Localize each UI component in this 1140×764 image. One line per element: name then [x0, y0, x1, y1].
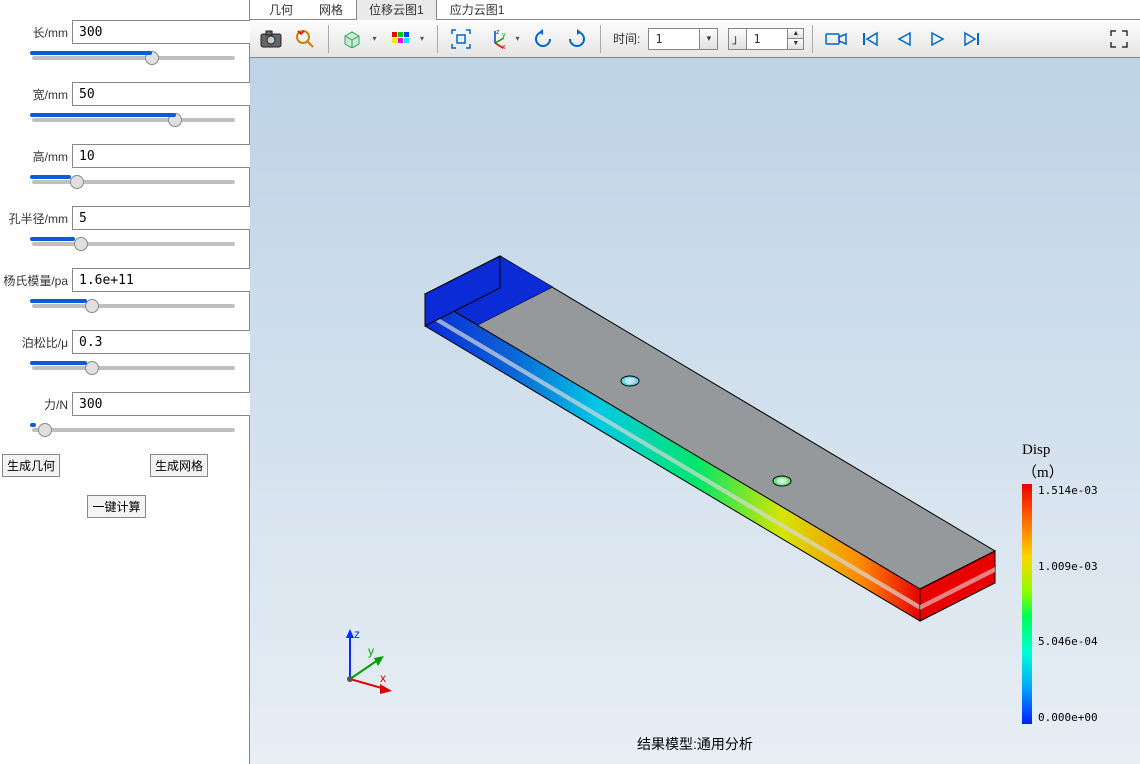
time-value: 1: [649, 32, 699, 46]
fullscreen-button[interactable]: [1104, 24, 1134, 54]
skip-end-icon: [963, 31, 981, 47]
force-input[interactable]: [72, 392, 255, 416]
svg-text:z: z: [496, 29, 500, 36]
svg-text:x: x: [380, 671, 386, 685]
width-label: 宽/mm: [0, 86, 72, 103]
length-label: 长/mm: [0, 24, 72, 41]
probe-icon: [295, 29, 315, 49]
legend-tick-2: 1.009e-03: [1038, 560, 1098, 573]
xyz-axis-icon: z y x: [484, 29, 506, 49]
screenshot-button[interactable]: [256, 24, 286, 54]
expand-icon: [1110, 30, 1128, 48]
fit-view-button[interactable]: [446, 24, 476, 54]
camera-icon: [260, 30, 282, 48]
legend-tick-1: 5.046e-04: [1038, 635, 1098, 648]
svg-text:x: x: [502, 44, 506, 49]
width-input[interactable]: [72, 82, 255, 106]
last-frame-button[interactable]: [957, 24, 987, 54]
time-label: 时间:: [613, 30, 640, 47]
play-reverse-icon: [896, 31, 912, 47]
poisson-input[interactable]: [72, 330, 255, 354]
axes-triad: z y x: [330, 624, 400, 694]
hole-radius-slider[interactable]: [32, 241, 235, 247]
probe-button[interactable]: [290, 24, 320, 54]
height-input[interactable]: [72, 144, 255, 168]
width-slider[interactable]: [32, 117, 235, 123]
orientation-button[interactable]: z y x ▾: [480, 24, 524, 54]
rotate-ccw-icon: [533, 29, 553, 49]
length-slider[interactable]: [32, 55, 235, 61]
color-legend: Disp （m） 1.514e-03 1.009e-03 5.046e-04 0…: [1022, 442, 1122, 724]
frame-prefix-icon: 」: [729, 29, 747, 49]
poisson-label: 泊松比/μ: [0, 334, 72, 351]
tab-mesh[interactable]: 网格: [306, 0, 356, 20]
video-camera-icon: [825, 31, 847, 47]
colormap-icon: [390, 30, 410, 48]
legend-title: Disp: [1022, 442, 1122, 459]
colormap-button[interactable]: ▾: [385, 24, 429, 54]
chevron-down-icon: ▾: [515, 34, 519, 43]
legend-unit: （m）: [1022, 461, 1122, 482]
height-slider[interactable]: [32, 179, 235, 185]
generate-mesh-button[interactable]: 生成网格: [150, 454, 208, 477]
hole-radius-input[interactable]: [72, 206, 255, 230]
tab-bar: 几何 网格 位移云图1 应力云图1: [250, 0, 1140, 20]
display-mode-button[interactable]: ▾: [337, 24, 381, 54]
frame-value: 1: [747, 29, 787, 49]
calculate-button[interactable]: 一键计算: [87, 495, 145, 518]
first-frame-button[interactable]: [855, 24, 885, 54]
force-slider[interactable]: [32, 427, 235, 433]
spinner-up-button[interactable]: ▲: [788, 29, 803, 40]
hole-radius-label: 孔半径/mm: [0, 210, 72, 227]
skip-start-icon: [861, 31, 879, 47]
prev-frame-button[interactable]: [889, 24, 919, 54]
tab-displacement[interactable]: 位移云图1: [356, 0, 437, 20]
force-label: 力/N: [0, 396, 72, 413]
svg-text:z: z: [354, 627, 360, 641]
youngs-input[interactable]: [72, 268, 255, 292]
legend-tick-min: 0.000e+00: [1038, 711, 1098, 724]
svg-text:y: y: [368, 644, 374, 658]
rotate-ccw-button[interactable]: [528, 24, 558, 54]
rotate-cw-button[interactable]: [562, 24, 592, 54]
length-input[interactable]: [72, 20, 255, 44]
play-button[interactable]: [923, 24, 953, 54]
time-combo[interactable]: 1 ▾: [648, 28, 718, 50]
chevron-down-icon: ▾: [372, 34, 376, 43]
rotate-cw-icon: [567, 29, 587, 49]
svg-text:y: y: [502, 32, 506, 39]
tab-geometry[interactable]: 几何: [256, 0, 306, 20]
tab-stress[interactable]: 应力云图1: [437, 0, 518, 20]
viewport-3d[interactable]: z y x 结果模型:通用分析 Disp （m） 1.514e-03 1.009…: [250, 58, 1140, 764]
play-icon: [930, 31, 946, 47]
legend-tick-max: 1.514e-03: [1038, 484, 1098, 497]
spinner-down-button[interactable]: ▼: [788, 39, 803, 49]
chevron-down-icon: ▾: [420, 34, 424, 43]
frame-spinner[interactable]: 」 1 ▲ ▼: [728, 28, 804, 50]
youngs-label: 杨氏模量/pa: [0, 272, 72, 289]
chevron-down-icon[interactable]: ▾: [699, 29, 717, 49]
youngs-slider[interactable]: [32, 303, 235, 309]
viewer-toolbar: ▾ ▾ z y x ▾ 时间: 1: [250, 20, 1140, 58]
cube-icon: [341, 30, 363, 48]
result-model-label: 结果模型:通用分析: [250, 734, 1140, 754]
poisson-slider[interactable]: [32, 365, 235, 371]
fit-icon: [451, 29, 471, 49]
generate-geometry-button[interactable]: 生成几何: [2, 454, 60, 477]
height-label: 高/mm: [0, 148, 72, 165]
record-button[interactable]: [821, 24, 851, 54]
legend-color-bar: [1022, 484, 1032, 724]
